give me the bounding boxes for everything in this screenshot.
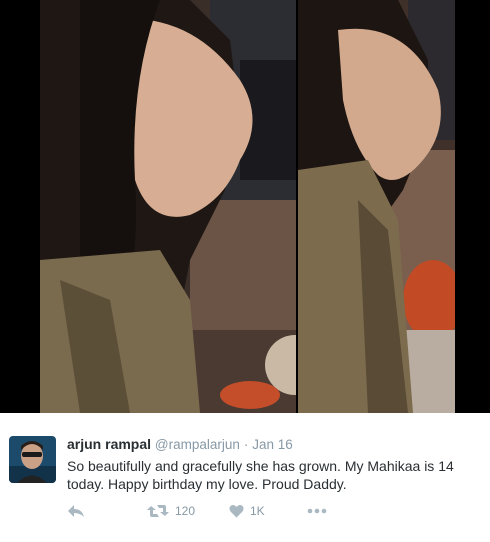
like-button[interactable]: 1K [229,501,265,521]
retweet-button[interactable]: 120 [147,501,195,521]
photo-right[interactable] [298,0,455,413]
tweet-card: arjun rampal @rampalarjun · Jan 16 So be… [0,413,490,542]
retweet-count: 120 [175,504,196,518]
retweet-icon [147,505,169,517]
avatar[interactable] [9,436,56,483]
more-button[interactable] [307,501,327,521]
photo-right-image [298,0,455,413]
tweet-text: So beautifully and gracefully she has gr… [67,458,454,492]
tweet-date[interactable]: Jan 16 [252,437,293,452]
tweet-media[interactable] [0,0,490,413]
separator-dot: · [243,437,249,452]
reply-icon [68,505,84,517]
tweet-header: arjun rampal @rampalarjun · Jan 16 [67,435,293,454]
photo-left[interactable] [40,0,296,413]
tweet-actions: 120 1K [67,501,467,521]
more-icon [307,508,327,514]
reply-button[interactable] [67,501,85,521]
like-count: 1K [250,504,265,518]
display-name[interactable]: arjun rampal [67,436,151,452]
photo-left-image [40,0,296,413]
user-handle[interactable]: @rampalarjun [155,437,240,452]
avatar-image [9,436,56,483]
heart-icon [229,504,244,518]
